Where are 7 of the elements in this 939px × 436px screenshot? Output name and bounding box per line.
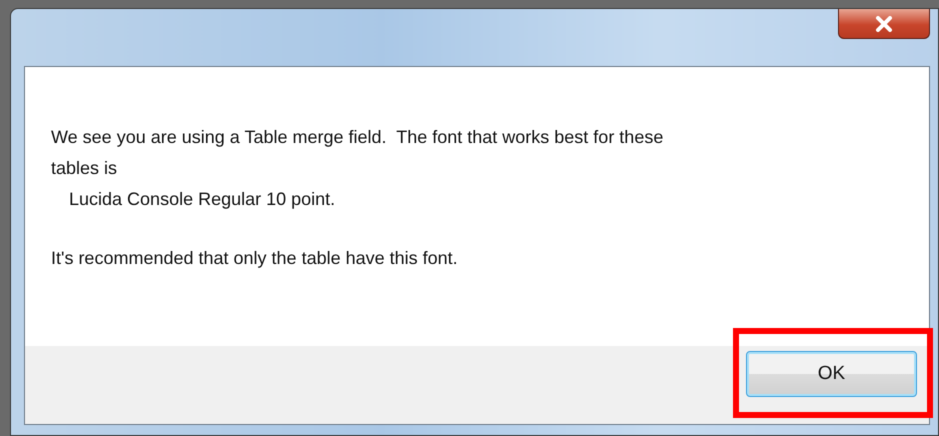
- message-text: tables is: [51, 157, 118, 180]
- message-text: It's recommended that only the table have this font.: [51, 247, 458, 270]
- close-button[interactable]: [838, 9, 930, 39]
- ok-button[interactable]: OK: [746, 351, 917, 397]
- message-text: We see you are using a Table merge field. The font that works best for these: [51, 126, 664, 149]
- message-text: Lucida Console Regular 10 point.: [69, 188, 336, 211]
- close-icon: [875, 16, 893, 32]
